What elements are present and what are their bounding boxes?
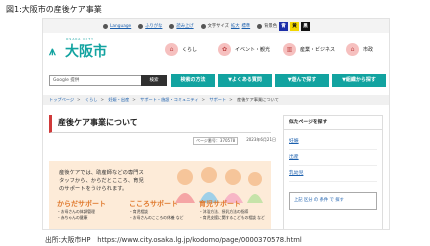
bg-yellow-button[interactable]: 黄 xyxy=(290,21,300,31)
bg-blue-button[interactable]: 青 xyxy=(279,21,289,31)
sidebar-link[interactable]: 乳幼児 xyxy=(289,166,377,182)
figure-caption: 図1:大阪市の産後ケア事業 xyxy=(6,5,102,14)
sidebar-link[interactable]: 妊娠 xyxy=(289,134,377,150)
site-logo[interactable]: ⩚ OSAKA CITY 大阪市 xyxy=(49,37,107,61)
eye-icon xyxy=(257,23,263,29)
language-link[interactable]: Language xyxy=(103,23,131,29)
category-kurashi[interactable]: ⌂ くらし xyxy=(165,43,197,56)
osaka-city-mark-icon: ⩚ xyxy=(49,43,56,58)
breadcrumb-item[interactable]: サポート・施設・コミュニティ xyxy=(140,97,198,102)
nav-org-search[interactable]: ▼組織から探す xyxy=(332,74,386,87)
breadcrumb-item[interactable]: 妊娠・出産 xyxy=(108,97,129,102)
page-date: 2023年6月21日 xyxy=(246,137,277,142)
nav-play-search[interactable]: ▼遊んで探す xyxy=(275,74,329,87)
banner-heading: からだサポート xyxy=(57,200,106,208)
text-size-controls: 文字サイズ 拡大 標準 xyxy=(200,23,251,29)
category-city-admin[interactable]: ⌂ 市政 xyxy=(346,43,373,56)
related-pages-sidebar: 似たページを探す 妊娠 出産 乳幼児 上記 区分 の 条件 で 探す xyxy=(283,115,383,229)
sidebar-heading: 似たページを探す xyxy=(284,116,382,130)
website-screenshot: Language ふりがな 読み上げ 文字サイズ 拡大 標準 背景色 青 黄 黒… xyxy=(42,18,390,230)
page-title: 産後ケア事業について xyxy=(49,115,271,133)
banner-heading: 育児サポート xyxy=(199,200,241,208)
globe-icon xyxy=(103,23,108,29)
building-icon: ▥ xyxy=(283,43,296,56)
furigana-icon xyxy=(138,23,144,29)
search-button[interactable]: 検索 xyxy=(141,75,167,86)
banner-mind-support: こころサポート ・育児相談 ・お母さんのこころの休養 など xyxy=(129,199,199,221)
nav-search-method[interactable]: 検索の方法 xyxy=(171,74,215,87)
furigana-link[interactable]: ふりがな xyxy=(138,23,162,29)
bg-color-controls: 背景色 青 黄 黒 xyxy=(257,21,311,31)
family-illustration xyxy=(175,167,263,203)
breadcrumb-item[interactable]: くらし xyxy=(85,97,98,102)
bg-black-button[interactable]: 黒 xyxy=(301,21,311,31)
category-business[interactable]: ▥ 産業・ビジネス xyxy=(283,43,335,56)
enlarge-button[interactable]: 拡大 xyxy=(231,23,240,29)
banner-intro: 産後ケアでは、助産師などの専門スタッフから、からだとこころ、育児のサポートをうけ… xyxy=(59,170,144,192)
banner-childcare-support: 育児サポート ・沐浴方法、授乳方法の指導 ・育児支援に関するこどもの相談 など xyxy=(199,199,269,221)
breadcrumb-current: 産後ケア事業について xyxy=(237,97,279,102)
page-meta: ページ番号：370578 2023年6月21日 xyxy=(193,137,276,145)
logo-subtitle: OSAKA CITY xyxy=(66,37,94,41)
breadcrumb-item[interactable]: トップページ xyxy=(49,97,74,102)
breadcrumb-item[interactable]: サポート xyxy=(209,97,226,102)
page-id: ページ番号：370578 xyxy=(193,137,239,145)
city-hall-icon: ⌂ xyxy=(346,43,359,56)
standard-button[interactable]: 標準 xyxy=(242,23,251,29)
logo-text: 大阪市 xyxy=(65,44,107,60)
house-icon: ⌂ xyxy=(165,43,178,56)
text-size-icon xyxy=(200,23,206,29)
utility-bar: Language ふりがな 読み上げ 文字サイズ 拡大 標準 背景色 青 黄 黒 xyxy=(43,19,389,33)
speaker-icon xyxy=(169,23,175,29)
banner-heading: こころサポート xyxy=(129,200,178,208)
sidebar-link[interactable]: 出産 xyxy=(289,150,377,166)
category-events[interactable]: ✿ イベント・観光 xyxy=(218,43,270,56)
postpartum-care-banner: 産後ケアでは、助産師などの専門スタッフから、からだとこころ、育児のサポートをうけ… xyxy=(49,161,271,229)
sidebar-search-box[interactable]: 上記 区分 の 条件 で 探す xyxy=(289,192,377,210)
event-icon: ✿ xyxy=(218,43,231,56)
figure-source: 出所:大阪市HP https://www.city.osaka.lg.jp/ko… xyxy=(45,236,302,244)
banner-body-support: からだサポート ・お母さんの体調管理 ・赤ちゃんの健康 xyxy=(57,199,127,221)
read-aloud-link[interactable]: 読み上げ xyxy=(169,23,194,29)
nav-faq[interactable]: ▼よくある質問 xyxy=(218,74,272,87)
figure: 図1:大阪市の産後ケア事業 Language ふりがな 読み上げ 文字サイズ 拡… xyxy=(0,0,430,246)
breadcrumb: トップページ > くらし > 妊娠・出産 > サポート・施設・コミュニティ > サポート… xyxy=(43,95,389,105)
